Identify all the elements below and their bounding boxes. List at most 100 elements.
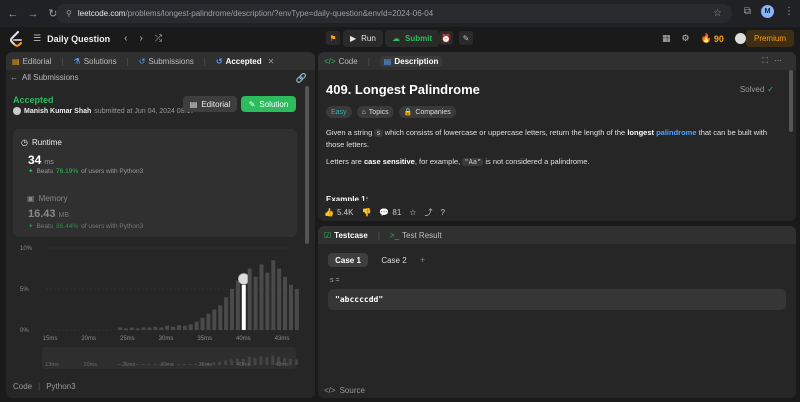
- palindrome-link[interactable]: palindrome: [656, 128, 696, 137]
- memory-header[interactable]: ▣ Memory: [27, 194, 67, 203]
- distribution-bar[interactable]: [153, 326, 158, 330]
- premium-button[interactable]: Premium: [745, 30, 794, 47]
- distribution-bar[interactable]: [141, 327, 146, 330]
- debug-icon[interactable]: ⚑: [326, 31, 340, 45]
- distribution-bar[interactable]: [277, 268, 282, 331]
- distribution-bar[interactable]: [171, 326, 176, 330]
- run-button[interactable]: ▶ Run: [343, 30, 383, 47]
- testcase-input[interactable]: "abccccdd": [328, 289, 786, 310]
- distribution-bar[interactable]: [218, 305, 223, 330]
- profile-avatar[interactable]: M: [761, 5, 774, 18]
- settings-gear-icon[interactable]: ⚙: [682, 33, 690, 44]
- distribution-bar[interactable]: [235, 280, 240, 330]
- layout-grid-icon[interactable]: ▦: [662, 33, 671, 44]
- next-problem-icon[interactable]: ›: [139, 33, 142, 44]
- solution-label: Solution: [259, 99, 289, 109]
- thumbs-down-icon[interactable]: 👎: [361, 208, 371, 217]
- tab-code[interactable]: </> Code: [324, 57, 358, 66]
- case-1-tab[interactable]: Case 1: [328, 253, 368, 267]
- distribution-bar[interactable]: [271, 260, 276, 330]
- like-button[interactable]: 👍 5.4K: [324, 208, 353, 217]
- favorite-star-icon[interactable]: ☆: [409, 208, 416, 217]
- testcase-var-label: s =: [330, 277, 340, 284]
- tab-solutions[interactable]: ⚗ Solutions: [74, 57, 117, 66]
- streak-counter[interactable]: 🔥 90: [701, 33, 724, 44]
- submit-button[interactable]: ☁ Submit: [385, 30, 440, 47]
- back-icon[interactable]: ←: [6, 8, 20, 20]
- tab-accepted[interactable]: ↺ Accepted ✕: [216, 57, 274, 66]
- highlighted-bar[interactable]: [241, 284, 246, 330]
- likes-count: 5.4K: [336, 207, 354, 217]
- distribution-bar[interactable]: [118, 327, 122, 330]
- tab-testcase[interactable]: ☑ Testcase: [324, 231, 368, 240]
- extensions-icon[interactable]: ⧉: [744, 6, 751, 17]
- more-icon[interactable]: ⋯: [774, 56, 788, 65]
- editorial-button[interactable]: ▤ Editorial: [183, 96, 237, 112]
- solution-button[interactable]: ✎ Solution: [241, 96, 296, 112]
- list-icon[interactable]: ☰: [33, 33, 41, 44]
- source-label: Source: [339, 386, 365, 395]
- distribution-bar[interactable]: [182, 325, 187, 330]
- tab-submissions[interactable]: ↺ Submissions: [139, 57, 194, 66]
- distribution-bar[interactable]: [253, 276, 258, 330]
- help-icon[interactable]: ?: [440, 208, 444, 217]
- leetcode-logo-icon[interactable]: [9, 31, 23, 47]
- distribution-bar[interactable]: [224, 297, 229, 330]
- distribution-bar[interactable]: [200, 317, 205, 330]
- problem-title[interactable]: 409. Longest Palindrome: [326, 82, 480, 97]
- distribution-bar[interactable]: [288, 284, 293, 330]
- close-tab-icon[interactable]: ✕: [268, 57, 275, 66]
- runtime-distribution-chart[interactable]: 10% 5% 0% 15ms 20ms 25ms 30ms 35ms 40ms 43ms 13m…: [20, 240, 300, 370]
- distribution-bar[interactable]: [176, 325, 181, 330]
- problem-list-title[interactable]: Daily Question: [47, 34, 110, 44]
- companies-tag[interactable]: 🔒 Companies: [398, 106, 456, 118]
- distribution-bar[interactable]: [294, 289, 299, 330]
- description-scrollbar[interactable]: [789, 70, 793, 132]
- share-icon[interactable]: ⤴: [424, 207, 432, 218]
- submitter-name[interactable]: Manish Kumar Shah: [24, 108, 91, 115]
- prev-problem-icon[interactable]: ‹: [124, 33, 127, 44]
- distribution-bar[interactable]: [283, 276, 288, 330]
- solved-label: Solved: [739, 85, 765, 94]
- distribution-bar[interactable]: [206, 313, 211, 330]
- distribution-bar[interactable]: [147, 327, 152, 330]
- distribution-bar[interactable]: [129, 327, 134, 330]
- timer-icon[interactable]: ⏰: [439, 31, 453, 45]
- distribution-bar[interactable]: [265, 272, 270, 330]
- distribution-bar[interactable]: [259, 264, 264, 330]
- distribution-bar[interactable]: [159, 327, 164, 330]
- shuffle-icon[interactable]: ⤮: [155, 33, 162, 44]
- comments-button[interactable]: 💬 81: [379, 208, 401, 217]
- tab-editorial[interactable]: ▤ Editorial: [12, 57, 51, 66]
- distribution-bar[interactable]: [135, 328, 140, 330]
- address-bar[interactable]: ⚲ leetcode.com/problems/longest-palindro…: [56, 4, 732, 23]
- case-2-tab[interactable]: Case 2: [374, 253, 414, 267]
- menu-dots-icon[interactable]: ⋮: [784, 6, 794, 17]
- distribution-bar[interactable]: [212, 309, 217, 331]
- distribution-bar[interactable]: [247, 268, 252, 331]
- distribution-bar[interactable]: [188, 324, 193, 330]
- bookmark-star-icon[interactable]: ☆: [713, 8, 722, 19]
- problem-note: Letters are case sensitive, for example,…: [326, 156, 776, 168]
- separator: |: [38, 382, 41, 391]
- all-submissions-link[interactable]: ← All Submissions: [10, 73, 78, 82]
- tab-description[interactable]: ▤ Description: [379, 55, 443, 67]
- source-link[interactable]: </> Source: [324, 386, 365, 395]
- maximize-icon[interactable]: ⛶: [762, 56, 774, 65]
- topics-tag[interactable]: ⌂ Topics: [356, 106, 394, 118]
- add-case-icon[interactable]: +: [420, 255, 425, 265]
- notes-icon[interactable]: ✎: [459, 31, 473, 45]
- distribution-bar[interactable]: [165, 325, 170, 330]
- doc-icon: ▤: [383, 56, 392, 66]
- cloud-upload-icon: ☁: [392, 34, 400, 43]
- share-link-icon[interactable]: 🔗: [296, 73, 307, 84]
- user-avatar[interactable]: [734, 33, 746, 44]
- forward-icon[interactable]: →: [26, 8, 40, 20]
- site-info-icon[interactable]: ⚲: [66, 9, 72, 18]
- distribution-bar[interactable]: [230, 289, 234, 330]
- tab-test-result[interactable]: >_ Test Result: [390, 231, 442, 240]
- distribution-bar[interactable]: [123, 328, 128, 330]
- distribution-bar[interactable]: [194, 321, 199, 330]
- left-scrollbar[interactable]: [305, 86, 309, 244]
- mini-bar: [188, 364, 192, 365]
